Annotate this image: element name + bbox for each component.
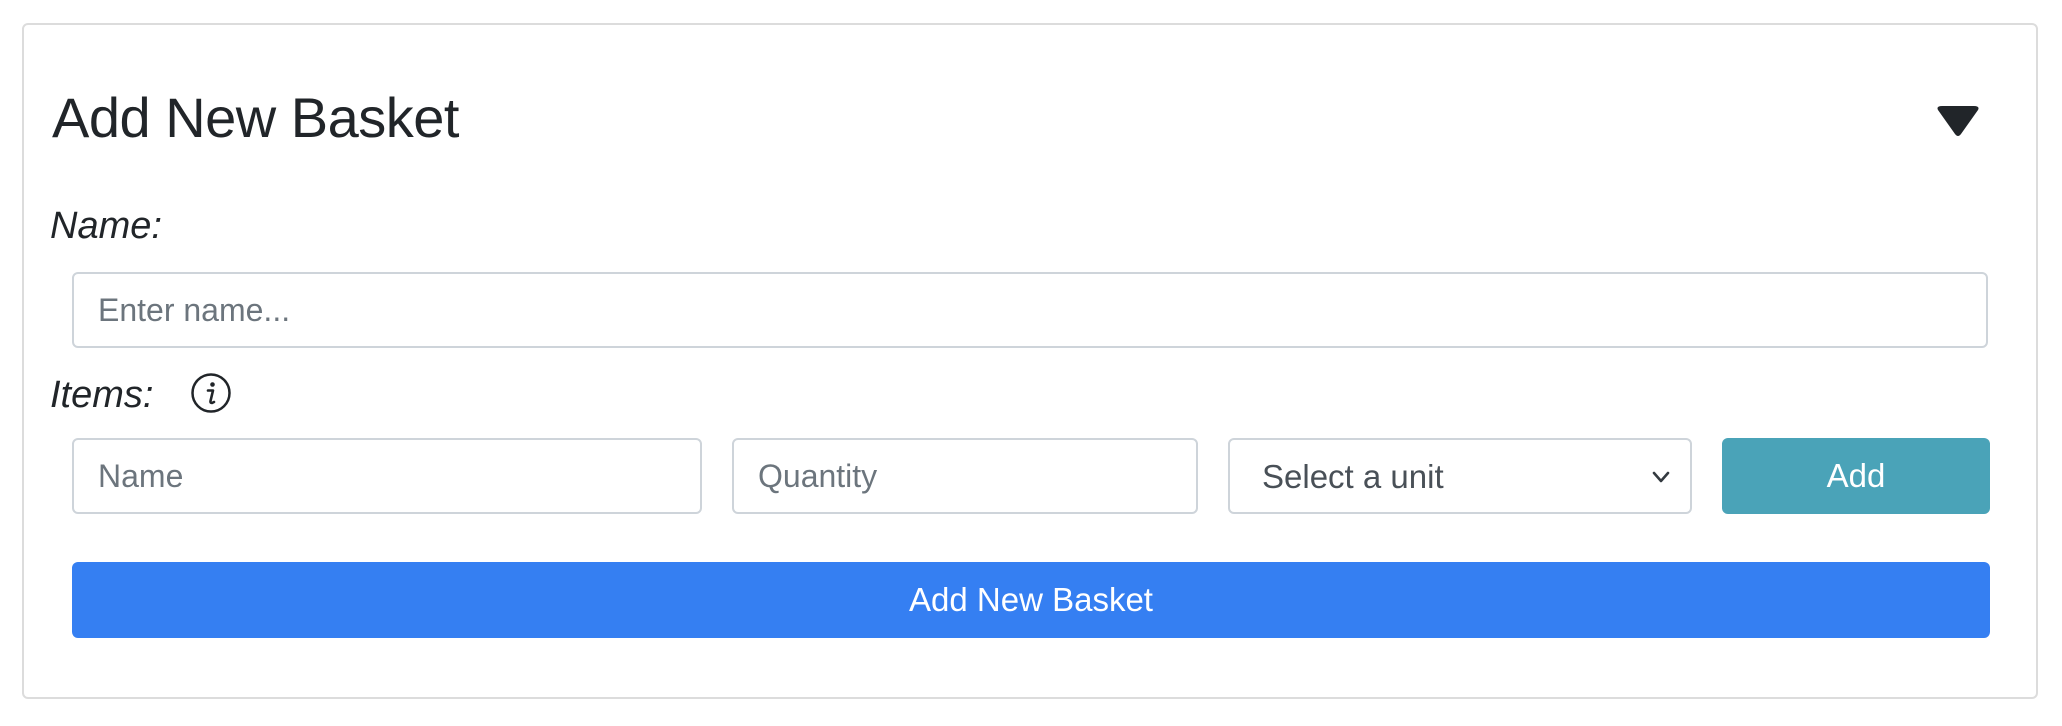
basket-name-input[interactable] <box>72 272 1988 348</box>
info-circle-icon[interactable] <box>190 372 232 414</box>
card-title: Add New Basket <box>52 86 459 149</box>
chevron-down-icon <box>1650 466 1672 488</box>
name-label: Name: <box>50 205 162 247</box>
add-item-button[interactable]: Add <box>1722 438 1990 514</box>
unit-select[interactable]: Select a unit <box>1228 438 1692 514</box>
item-name-input[interactable] <box>72 438 702 514</box>
items-label: Items: <box>50 374 154 416</box>
add-new-basket-button[interactable]: Add New Basket <box>72 562 1990 638</box>
unit-select-value: Select a unit <box>1262 458 1444 495</box>
caret-down-icon[interactable] <box>1936 106 1980 138</box>
quantity-input[interactable] <box>732 438 1198 514</box>
